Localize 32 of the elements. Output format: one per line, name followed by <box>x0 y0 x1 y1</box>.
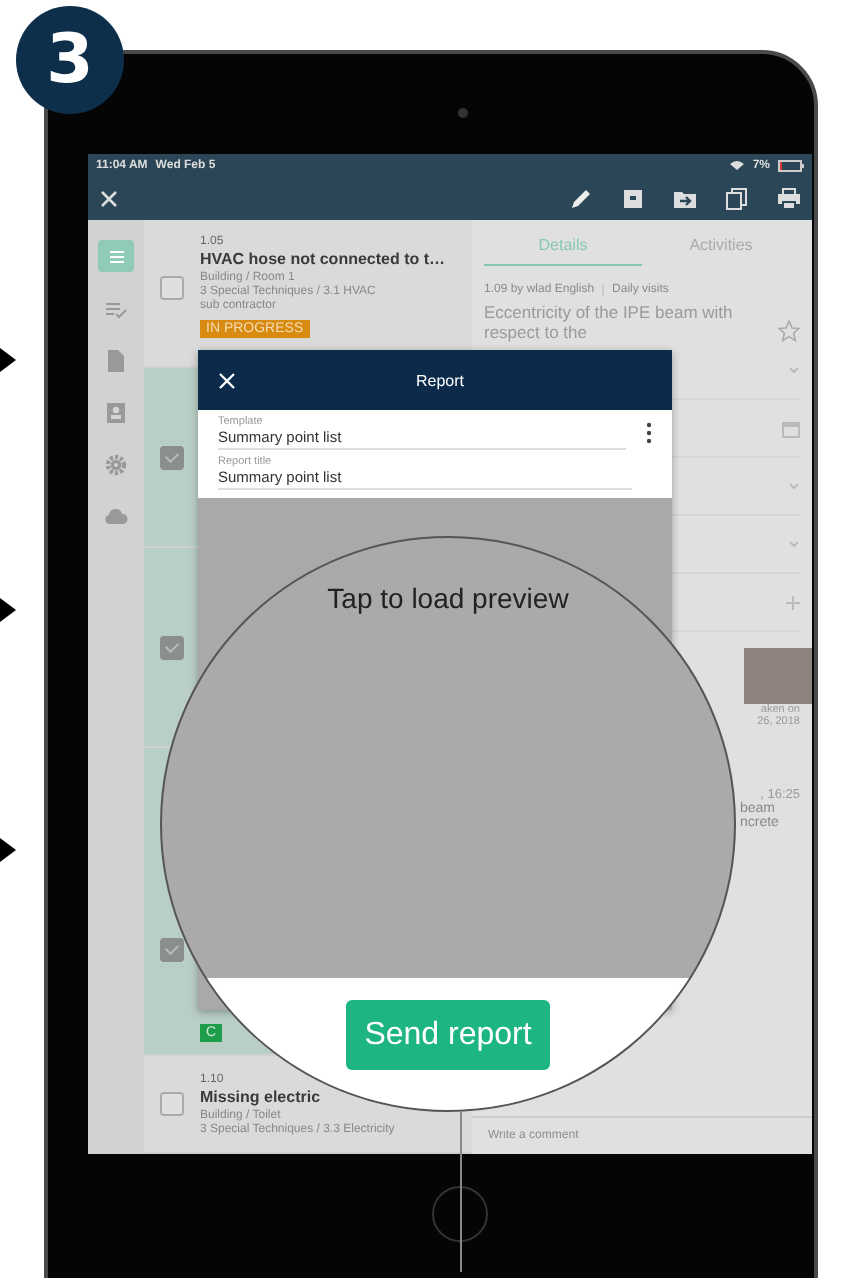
wifi-icon <box>730 160 745 170</box>
printer-icon[interactable] <box>778 187 800 209</box>
star-icon[interactable] <box>778 320 800 342</box>
pencil-icon[interactable] <box>570 187 592 209</box>
preview-message: Tap to load preview <box>327 582 569 614</box>
folder-arrow-icon[interactable] <box>674 187 696 209</box>
chevron-down-icon[interactable] <box>788 540 800 548</box>
pointer-arrow-icon <box>0 598 16 622</box>
chevron-down-icon[interactable] <box>788 482 800 490</box>
item-title: HVAC hose not connected to t… <box>200 250 446 268</box>
close-icon[interactable] <box>100 189 118 207</box>
checkbox[interactable] <box>160 1092 184 1116</box>
step-number-badge: 3 <box>16 6 124 114</box>
copy-icon[interactable] <box>726 187 748 209</box>
archive-box-icon[interactable] <box>622 187 644 209</box>
pointer-arrow-icon <box>0 838 16 862</box>
battery-icon <box>778 159 804 171</box>
photo-placeholder[interactable] <box>744 648 812 704</box>
chevron-down-icon[interactable] <box>788 366 800 374</box>
calendar-icon[interactable] <box>782 419 800 437</box>
checkbox[interactable] <box>160 275 184 299</box>
list-icon[interactable] <box>98 240 134 272</box>
pointer-arrow-icon <box>0 348 16 372</box>
checkbox[interactable] <box>160 938 184 962</box>
point-title: Eccentricity of the IPE beam with respect to the <box>484 302 735 342</box>
camera-icon <box>458 108 468 118</box>
checkbox[interactable] <box>160 445 184 469</box>
item-title: Missing electric <box>200 1087 321 1105</box>
plus-icon[interactable] <box>786 595 800 609</box>
dialog-title: Report <box>416 371 465 389</box>
more-menu-icon[interactable] <box>646 422 652 444</box>
checkbox[interactable] <box>160 635 184 659</box>
